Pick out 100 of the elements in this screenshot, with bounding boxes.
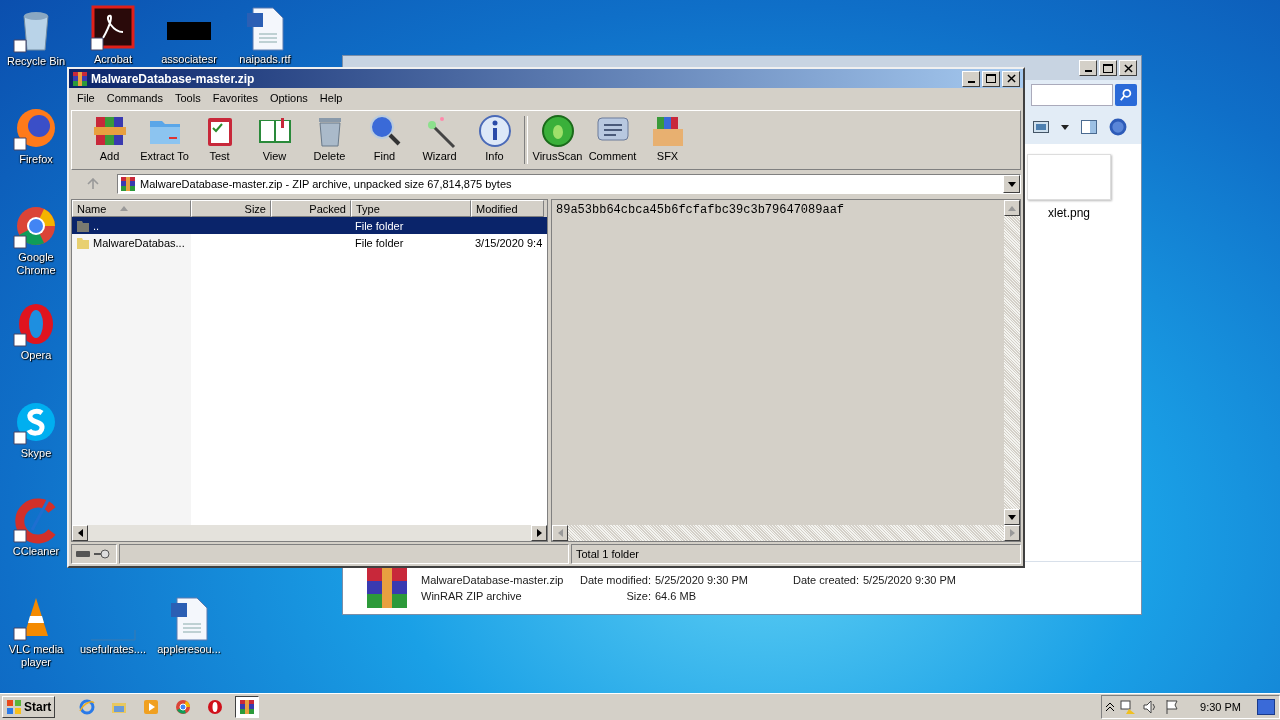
close-icon (1006, 74, 1016, 83)
scroll-left-button[interactable] (72, 525, 88, 541)
menu-item[interactable]: Commands (100, 92, 169, 104)
file-name: MalwareDatabase-master.zip (421, 574, 565, 586)
column-header[interactable]: Type (351, 200, 471, 217)
left-arrow-icon (77, 529, 83, 537)
search-field[interactable] (1031, 84, 1113, 106)
key-icon[interactable] (94, 549, 110, 559)
sort-arrow-icon (120, 206, 129, 211)
start-button[interactable]: Start (2, 696, 56, 718)
icon-label[interactable]: Acrobat (94, 53, 132, 66)
icon-label[interactable]: usefulrates.... (80, 643, 146, 656)
preview-text: 89a53bb64cbca45b6fcfafbc39c3b79647089aaf (555, 202, 846, 219)
maximize-icon (1103, 63, 1113, 73)
up-arrow-icon (1008, 205, 1016, 211)
column-header[interactable]: Modified (471, 200, 544, 217)
info-button[interactable]: Info (467, 113, 522, 167)
winrar-task-button[interactable] (235, 696, 260, 718)
icon-label[interactable]: Google Chrome (3, 251, 69, 277)
column-header[interactable]: Size (191, 200, 271, 217)
play-icon (143, 699, 160, 715)
down-arrow-icon (1008, 514, 1016, 520)
file-row[interactable]: .. File folder (72, 217, 547, 234)
test-button[interactable]: Test (192, 113, 247, 167)
image-thumbnail[interactable] (1027, 154, 1111, 200)
browser-icon (79, 699, 96, 715)
detail-value: 64.6 MB (655, 590, 697, 602)
find-button[interactable]: Find (357, 113, 412, 167)
column-header[interactable]: Packed (271, 200, 351, 217)
wizard-button[interactable]: Wizard (412, 113, 467, 167)
show-hidden-icons-icon[interactable] (1106, 703, 1115, 711)
view-button[interactable]: View (247, 113, 302, 167)
minimize-button[interactable] (962, 70, 980, 87)
icon-label[interactable]: naipads.rtf (239, 53, 291, 66)
virus-button[interactable]: VirusScan (530, 113, 585, 167)
icon-label[interactable]: VLC media player (3, 643, 69, 669)
minimize-button[interactable] (1079, 60, 1097, 76)
menu-item[interactable]: File (71, 92, 101, 104)
add-button[interactable]: Add (82, 113, 137, 167)
scroll-up-button[interactable] (1004, 200, 1020, 216)
flag-icon[interactable] (1164, 699, 1181, 715)
scrollbar[interactable] (1004, 200, 1020, 525)
extract-button[interactable]: Extract To (137, 113, 192, 167)
bug-icon (539, 113, 576, 149)
scroll-down-button[interactable] (1004, 509, 1020, 525)
address-field[interactable]: MalwareDatabase-master.zip - ZIP archive, unpacked size 67,814,875 bytes (117, 174, 1021, 194)
detail-value: 5/25/2020 9:30 PM (863, 574, 956, 586)
start-logo-icon (6, 699, 22, 715)
icon-label[interactable]: Firefox (19, 153, 53, 166)
sfx-button[interactable]: SFX (640, 113, 695, 167)
preview-pane-icon[interactable] (1081, 120, 1097, 134)
clock[interactable]: 9:30 PM (1200, 701, 1241, 713)
maximize-button[interactable] (1099, 60, 1117, 76)
folder-icon (76, 218, 90, 233)
dropdown-arrow-icon[interactable] (1061, 124, 1069, 130)
maximize-icon (986, 74, 996, 83)
detail-label: Date modified: (579, 574, 652, 586)
browser-icon (175, 699, 192, 715)
menu-item[interactable]: Favorites (206, 92, 264, 104)
app-icon[interactable] (89, 4, 137, 52)
search-button[interactable] (1115, 84, 1137, 106)
close-button[interactable] (1002, 70, 1020, 87)
column-header[interactable]: Name (72, 200, 191, 217)
dropdown-button[interactable] (1003, 175, 1020, 193)
help-icon[interactable] (1109, 118, 1127, 136)
right-arrow-icon (536, 529, 542, 537)
icon-label[interactable]: associatesr (161, 53, 217, 66)
icon-label[interactable]: appleresou... (157, 643, 221, 656)
file-name[interactable]: xlet.png (1048, 206, 1090, 220)
scroll-right-button[interactable] (1004, 525, 1020, 541)
icon-label[interactable]: Opera (20, 349, 52, 362)
comment-button[interactable]: Comment (585, 113, 640, 167)
browser-icon (207, 699, 224, 715)
minimize-icon (967, 80, 975, 83)
icon-label[interactable]: Skype (20, 447, 52, 460)
status-text: Total 1 folder (576, 548, 639, 560)
close-button[interactable] (1119, 60, 1137, 76)
icon-label[interactable]: CCleaner (12, 545, 60, 558)
right-arrow-icon (1009, 529, 1015, 537)
picture-view-icon[interactable] (1033, 121, 1049, 133)
detail-value: 5/25/2020 9:30 PM (655, 574, 749, 586)
menu-item[interactable]: Options (263, 92, 314, 104)
delete-button[interactable]: Delete (302, 113, 357, 167)
window-title: MalwareDatabase-master.zip (91, 71, 256, 86)
icon-label[interactable]: Recycle Bin (6, 55, 66, 68)
scroll-right-button[interactable] (531, 525, 547, 541)
file-row[interactable]: MalwareDatabas... File folder 3/15/2020 9:4 (72, 234, 547, 251)
scroll-left-button[interactable] (552, 525, 568, 541)
maximize-button[interactable] (982, 70, 1000, 87)
network-icon[interactable] (1120, 699, 1137, 715)
menu-item[interactable]: Help (313, 92, 349, 104)
up-arrow-icon (87, 178, 99, 190)
scrollbar[interactable] (552, 525, 1020, 541)
file-type: WinRAR ZIP archive (421, 590, 523, 602)
info-icon (476, 113, 513, 149)
menu-item[interactable]: Tools (169, 92, 207, 104)
archive-icon (72, 70, 88, 87)
folder-icon (76, 235, 90, 250)
left-arrow-icon (557, 529, 563, 537)
scrollbar[interactable] (72, 525, 547, 541)
